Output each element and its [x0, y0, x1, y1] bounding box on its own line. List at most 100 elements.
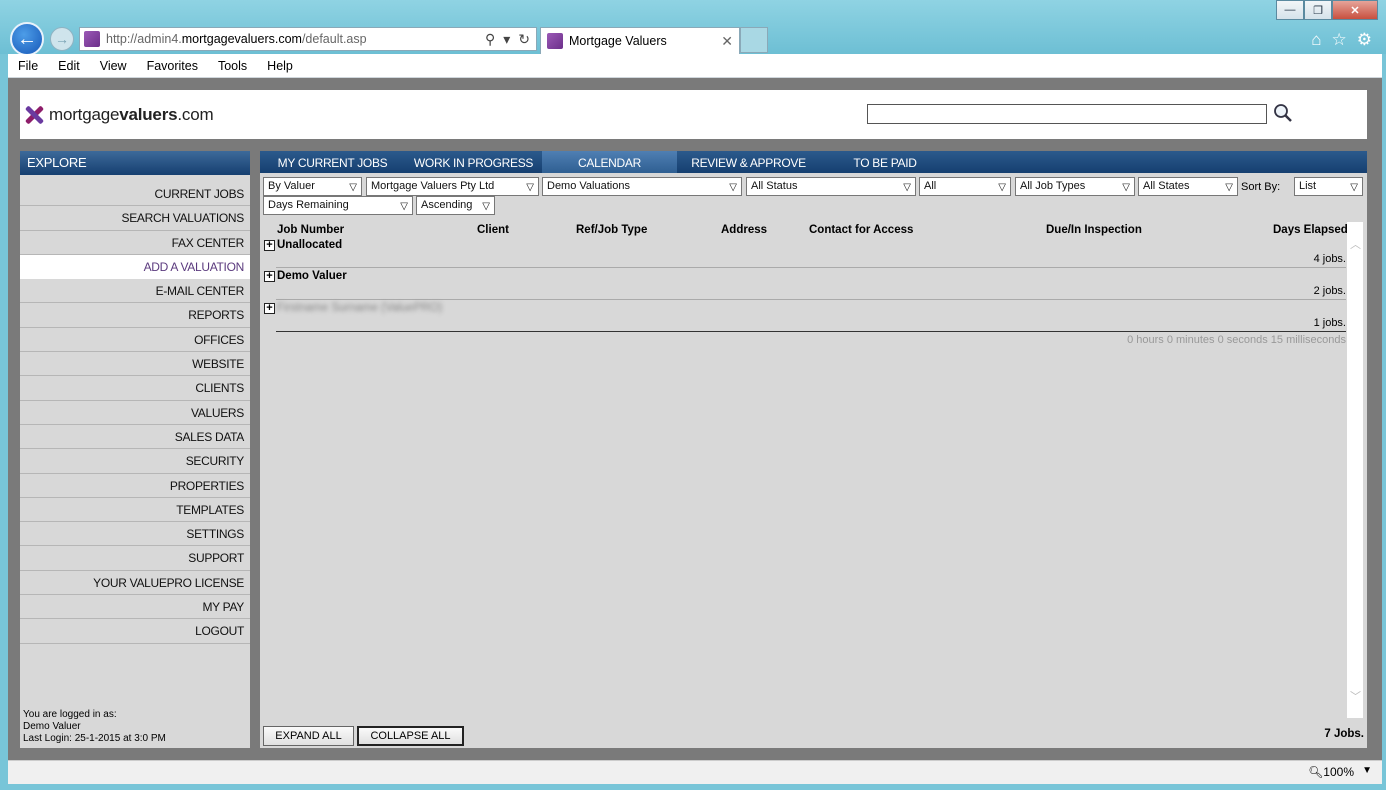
sort-field-select[interactable]: Days Remaining ▽ [263, 196, 413, 215]
site-logo[interactable]: mortgagevaluers.com [24, 104, 214, 126]
sidebar-item-current-jobs[interactable]: CURRENT JOBS [20, 182, 250, 207]
main-panel: MY CURRENT JOBS WORK IN PROGRESS CALENDA… [260, 151, 1367, 748]
tab-close-icon[interactable]: ✕ [721, 33, 733, 50]
divider [276, 267, 1346, 268]
scroll-up-icon[interactable]: ︿ [1350, 236, 1361, 252]
sidebar-item-security[interactable]: SECURITY [20, 449, 250, 474]
group-job-count: 4 jobs. [1313, 253, 1346, 265]
sidebar-item-email-center[interactable]: E-MAIL CENTER [20, 279, 250, 304]
maximize-icon[interactable]: ❐ [1304, 0, 1332, 20]
sidebar-item-support[interactable]: SUPPORT [20, 546, 250, 571]
col-ref-job-type[interactable]: Ref/Job Type [576, 224, 647, 236]
menu-tools[interactable]: Tools [208, 59, 257, 73]
expand-plus-icon[interactable]: + [264, 271, 275, 282]
tab-my-current-jobs[interactable]: MY CURRENT JOBS [260, 151, 405, 173]
company-select[interactable]: Mortgage Valuers Pty Ltd ▽ [366, 177, 539, 196]
chevron-down-icon: ▽ [1122, 182, 1130, 193]
divider [276, 299, 1346, 300]
expand-all-button[interactable]: EXPAND ALL [263, 726, 354, 746]
status-bar: 🔍︎100% ▼ [8, 760, 1382, 784]
expand-plus-icon[interactable]: + [264, 303, 275, 314]
group-by-select[interactable]: By Valuer ▽ [263, 177, 362, 196]
browser-tab[interactable]: Mortgage Valuers ✕ [540, 27, 740, 54]
settings-gear-icon[interactable]: ⚙ [1357, 30, 1372, 50]
magnifier-icon[interactable] [1273, 103, 1293, 123]
col-address[interactable]: Address [721, 224, 767, 236]
site-header: mortgagevaluers.com [20, 90, 1367, 139]
site-favicon-icon [84, 31, 100, 47]
sidebar-item-fax-center[interactable]: FAX CENTER [20, 231, 250, 255]
back-arrow-icon[interactable]: ← [10, 22, 44, 56]
tab-calendar[interactable]: CALENDAR [542, 151, 677, 173]
view-select[interactable]: List ▽ [1294, 177, 1363, 196]
sidebar-item-offices[interactable]: OFFICES [20, 328, 250, 353]
sidebar-item-website[interactable]: WEBSITE [20, 352, 250, 377]
col-due-inspection[interactable]: Due/In Inspection [1046, 224, 1142, 236]
chevron-down-icon: ▽ [998, 182, 1006, 193]
sidebar-item-properties[interactable]: PROPERTIES [20, 474, 250, 498]
col-client[interactable]: Client [477, 224, 509, 236]
sidebar-item-valuers[interactable]: VALUERS [20, 401, 250, 425]
tab-title: Mortgage Valuers [569, 34, 667, 48]
menu-view[interactable]: View [90, 59, 137, 73]
tab-to-be-paid[interactable]: TO BE PAID [820, 151, 950, 173]
job-types-select[interactable]: All Job Types ▽ [1015, 177, 1135, 196]
sort-order-select[interactable]: Ascending ▽ [416, 196, 495, 215]
sidebar-item-reports[interactable]: REPORTS [20, 303, 250, 328]
home-icon[interactable]: ⌂ [1311, 30, 1321, 50]
valuations-select[interactable]: Demo Valuations ▽ [542, 177, 742, 196]
states-select[interactable]: All States ▽ [1138, 177, 1238, 196]
col-job-number[interactable]: Job Number [277, 224, 344, 236]
tab-work-in-progress[interactable]: WORK IN PROGRESS [405, 151, 542, 173]
sidebar-menu: CURRENT JOBS SEARCH VALUATIONS FAX CENTE… [20, 182, 250, 644]
menu-file[interactable]: File [8, 59, 48, 73]
sidebar-item-logout[interactable]: LOGOUT [20, 619, 250, 644]
col-days-elapsed[interactable]: Days Elapsed [1273, 224, 1348, 236]
sidebar-item-settings[interactable]: SETTINGS [20, 522, 250, 547]
group-job-count: 1 jobs. [1313, 317, 1346, 329]
chevron-down-icon: ▽ [729, 182, 737, 193]
menu-edit[interactable]: Edit [48, 59, 90, 73]
vertical-scrollbar[interactable]: ︿ ﹀ [1347, 222, 1363, 718]
title-bar: — ❐ ✕ ← → http://admin4.mortgagevaluers.… [0, 0, 1386, 56]
sidebar-item-templates[interactable]: TEMPLATES [20, 498, 250, 523]
address-bar[interactable]: http://admin4.mortgagevaluers.com/defaul… [79, 27, 537, 51]
sidebar-item-my-pay[interactable]: MY PAY [20, 595, 250, 620]
chevron-down-icon: ▽ [349, 182, 357, 193]
menu-favorites[interactable]: Favorites [137, 59, 208, 73]
sidebar-item-sales-data[interactable]: SALES DATA [20, 425, 250, 450]
status-select[interactable]: All Status ▽ [746, 177, 916, 196]
total-jobs: 7 Jobs. [1324, 728, 1364, 740]
sidebar-item-search-valuations[interactable]: SEARCH VALUATIONS [20, 206, 250, 231]
all-select[interactable]: All ▽ [919, 177, 1011, 196]
browser-window: — ❐ ✕ ← → http://admin4.mortgagevaluers.… [0, 0, 1386, 790]
refresh-icon[interactable]: ↻ [518, 31, 530, 48]
site-search-input[interactable] [867, 104, 1267, 124]
collapse-all-button[interactable]: COLLAPSE ALL [357, 726, 464, 746]
col-contact-access[interactable]: Contact for Access [809, 224, 913, 236]
zoom-level[interactable]: 🔍︎100% [1308, 765, 1354, 779]
window-controls: — ❐ ✕ [1276, 0, 1378, 20]
group-job-count: 2 jobs. [1313, 285, 1346, 297]
minimize-icon[interactable]: — [1276, 0, 1304, 20]
expand-plus-icon[interactable]: + [264, 240, 275, 251]
chevron-down-icon: ▽ [1350, 182, 1358, 193]
chevron-down-icon: ▽ [1225, 182, 1233, 193]
menu-help[interactable]: Help [257, 59, 303, 73]
sidebar-item-add-a-valuation[interactable]: ADD A VALUATION [20, 254, 250, 280]
new-tab-button[interactable] [740, 27, 768, 53]
favorites-star-icon[interactable]: ☆ [1332, 30, 1347, 50]
scroll-down-icon[interactable]: ﹀ [1350, 688, 1361, 704]
sidebar-item-clients[interactable]: CLIENTS [20, 376, 250, 401]
forward-arrow-icon[interactable]: → [50, 27, 74, 51]
close-icon[interactable]: ✕ [1332, 0, 1378, 20]
zoom-dropdown-icon[interactable]: ▼ [1362, 765, 1372, 776]
tab-review-approve[interactable]: REVIEW & APPROVE [677, 151, 820, 173]
search-icon[interactable]: ⚲ [485, 31, 495, 48]
zoom-magnifier-icon: 🔍︎ [1308, 765, 1324, 779]
divider [276, 331, 1346, 332]
sidebar-heading: EXPLORE [20, 151, 250, 175]
sidebar-item-license[interactable]: YOUR VALUEPRO LICENSE [20, 571, 250, 596]
logo-mark-icon [24, 104, 44, 126]
dropdown-icon[interactable]: ▾ [503, 31, 510, 48]
